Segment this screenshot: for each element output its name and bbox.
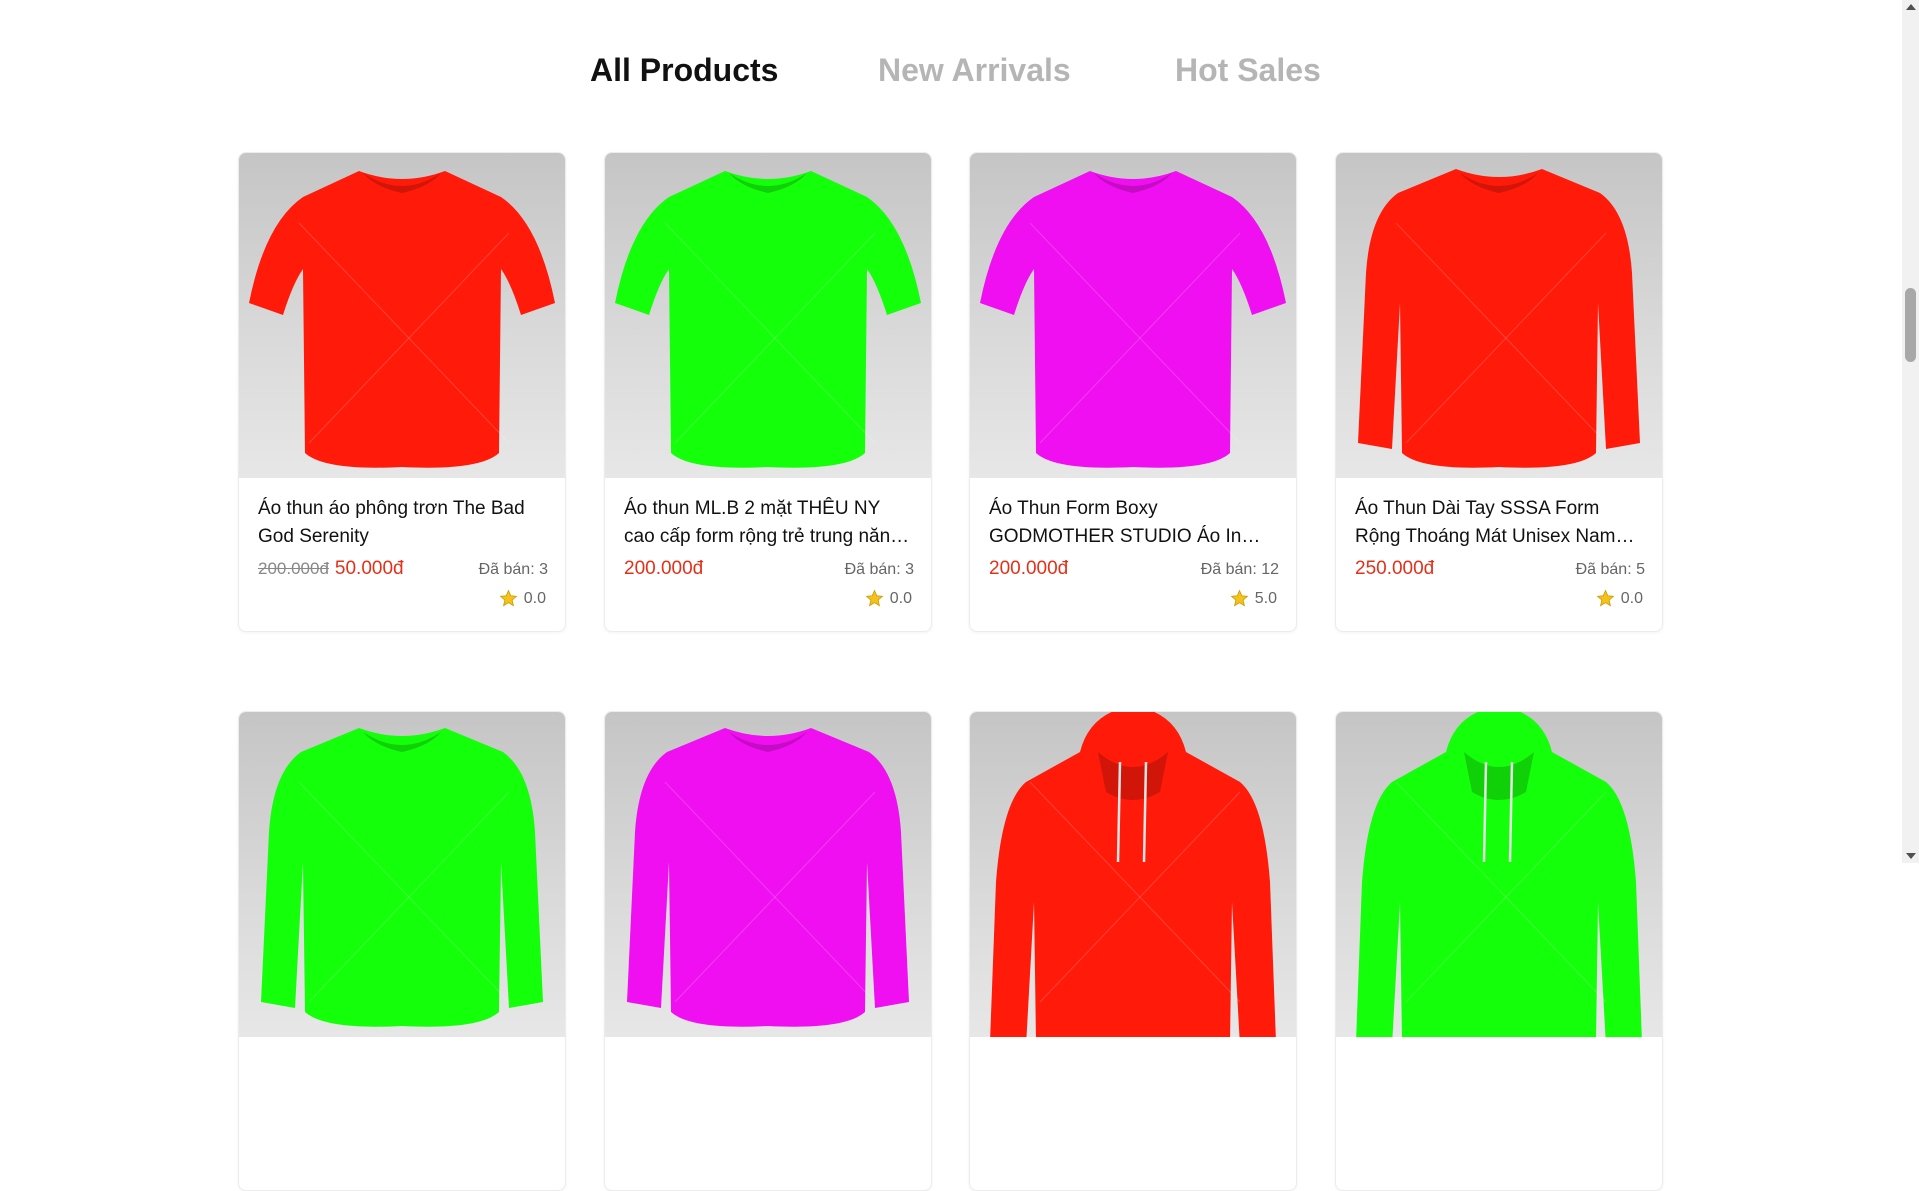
- garment-illustration: [261, 728, 543, 1027]
- garment-illustration: [980, 171, 1286, 468]
- product-filter-tabs: All Products New Arrivals Hot Sales: [0, 52, 1900, 96]
- sold-count: Đã bán: 5: [1575, 561, 1645, 578]
- rating-value: 0.0: [889, 589, 912, 607]
- garment-illustration: [249, 171, 555, 468]
- product-image[interactable]: [970, 712, 1296, 1046]
- product-image[interactable]: [605, 712, 931, 1037]
- garment-illustration: [990, 712, 1276, 1046]
- scroll-up-icon[interactable]: [1906, 4, 1916, 10]
- product-card[interactable]: [238, 711, 566, 1191]
- garment-illustration: [615, 171, 921, 468]
- product-card[interactable]: [1335, 711, 1663, 1191]
- star-icon: [1230, 589, 1249, 607]
- garment-shape: [615, 171, 921, 468]
- product-name[interactable]: Áo Thun Form Boxy GODMOTHER STUDIO Áo In…: [989, 495, 1279, 551]
- sale-price: 50.000đ: [334, 558, 404, 579]
- tab-hot-sales[interactable]: Hot Sales: [1175, 52, 1321, 89]
- product-name[interactable]: Áo Thun Dài Tay SSSA Form Rộng Thoáng Má…: [1355, 495, 1645, 551]
- star-icon: [1596, 589, 1615, 607]
- sold-count: Đã bán: 3: [478, 561, 548, 578]
- tab-all-products[interactable]: All Products: [590, 52, 778, 89]
- price-row: 200.000đ 50.000đ Đã bán: 3: [258, 558, 548, 584]
- sale-price: 200.000đ: [624, 558, 704, 579]
- garment-illustration: [1358, 169, 1640, 468]
- rating: 0.0: [1596, 589, 1643, 608]
- product-card[interactable]: [604, 711, 932, 1191]
- product-image[interactable]: [239, 712, 565, 1037]
- product-image[interactable]: [605, 153, 931, 478]
- garment-shape: [1356, 712, 1642, 1046]
- product-card[interactable]: [969, 711, 1297, 1191]
- sale-price: 250.000đ: [1355, 558, 1435, 579]
- sale-price: 200.000đ: [989, 558, 1069, 579]
- rating-value: 0.0: [523, 589, 546, 607]
- garment-shape: [980, 171, 1286, 468]
- rating: 0.0: [499, 589, 546, 608]
- product-card[interactable]: Áo thun ML.B 2 mặt THÊU NY cao cấp form …: [604, 152, 932, 632]
- product-card[interactable]: Áo Thun Dài Tay SSSA Form Rộng Thoáng Má…: [1335, 152, 1663, 632]
- sold-count: Đã bán: 3: [844, 561, 914, 578]
- garment-shape: [249, 171, 555, 468]
- garment-illustration: [627, 728, 909, 1027]
- rating: 0.0: [865, 589, 912, 608]
- garment-shape: [627, 728, 909, 1027]
- rating-value: 0.0: [1620, 589, 1643, 607]
- product-image[interactable]: [239, 153, 565, 478]
- product-image[interactable]: [1336, 153, 1662, 478]
- product-image[interactable]: [970, 153, 1296, 478]
- sold-count: Đã bán: 12: [1200, 561, 1279, 578]
- star-icon: [499, 589, 518, 607]
- price-row: 200.000đ Đã bán: 12: [989, 558, 1279, 584]
- product-card[interactable]: Áo thun áo phông trơn The Bad God Sereni…: [238, 152, 566, 632]
- rating: 5.0: [1230, 589, 1277, 608]
- star-icon: [865, 589, 884, 607]
- garment-shape: [1358, 169, 1640, 468]
- tab-new-arrivals[interactable]: New Arrivals: [878, 52, 1071, 89]
- garment-illustration: [1356, 712, 1642, 1046]
- product-card[interactable]: Áo Thun Form Boxy GODMOTHER STUDIO Áo In…: [969, 152, 1297, 632]
- product-name[interactable]: Áo thun ML.B 2 mặt THÊU NY cao cấp form …: [624, 495, 914, 551]
- page-scrollbar[interactable]: [1902, 0, 1919, 863]
- scroll-thumb[interactable]: [1905, 288, 1916, 362]
- original-price: 200.000đ: [258, 559, 329, 578]
- rating-value: 5.0: [1254, 589, 1277, 607]
- price-row: 200.000đ Đã bán: 3: [624, 558, 914, 584]
- scroll-down-icon[interactable]: [1906, 853, 1916, 859]
- garment-shape: [990, 712, 1276, 1046]
- product-name[interactable]: Áo thun áo phông trơn The Bad God Sereni…: [258, 495, 548, 551]
- product-image[interactable]: [1336, 712, 1662, 1046]
- price-row: 250.000đ Đã bán: 5: [1355, 558, 1645, 584]
- garment-shape: [261, 728, 543, 1027]
